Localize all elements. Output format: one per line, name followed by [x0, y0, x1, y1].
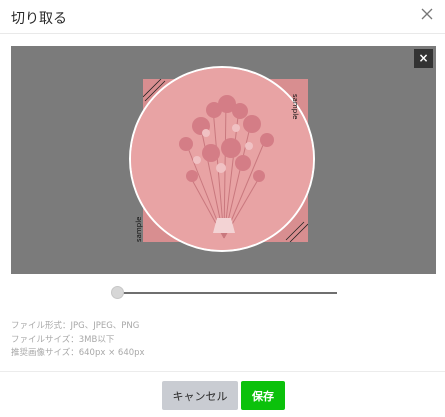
file-format-info: ファイル形式：JPG、JPEG、PNG [11, 321, 140, 331]
crop-circle[interactable] [129, 66, 315, 252]
bouquet-illustration [131, 68, 313, 250]
remove-image-button[interactable]: × [414, 49, 433, 68]
crop-stage[interactable]: sample sample × [11, 46, 436, 274]
cancel-button[interactable]: キャンセル [162, 381, 238, 410]
watermark-bottom-left: sample [135, 216, 143, 242]
footer-divider [0, 371, 445, 372]
zoom-slider[interactable] [111, 286, 337, 300]
recommended-size-info: 推奨画像サイズ：640px × 640px [11, 348, 145, 358]
close-icon[interactable] [421, 8, 433, 20]
dialog-header: 切り取る [0, 0, 445, 34]
save-button[interactable]: 保存 [241, 381, 285, 410]
watermark-top-right: sample [291, 94, 299, 120]
file-requirements: ファイル形式：JPG、JPEG、PNG ファイルサイズ：3MB以下 推奨画像サイ… [11, 320, 145, 361]
zoom-slider-thumb[interactable] [111, 286, 124, 299]
file-size-info: ファイルサイズ：3MB以下 [11, 334, 115, 345]
dialog-title: 切り取る [11, 11, 67, 27]
zoom-slider-track[interactable] [119, 292, 337, 294]
